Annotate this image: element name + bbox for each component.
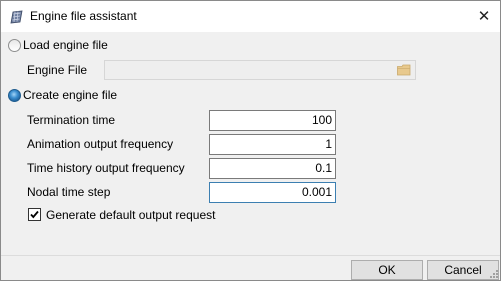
termination-time-label: Termination time (27, 113, 116, 127)
load-engine-file-radio[interactable] (8, 39, 21, 52)
termination-time-input[interactable]: 100 (209, 110, 336, 131)
load-engine-file-label[interactable]: Load engine file (23, 38, 108, 52)
engine-file-label: Engine File (27, 63, 88, 77)
title-bar: Engine file assistant ✕ (1, 1, 500, 32)
resize-grip-icon[interactable] (489, 269, 499, 279)
checkmark-icon (30, 210, 39, 219)
engine-file-field (104, 60, 416, 80)
dialog-title: Engine file assistant (30, 9, 137, 23)
nodal-time-step-input[interactable]: 0.001 (209, 182, 336, 203)
engine-file-assistant-dialog: Engine file assistant ✕ Load engine file… (0, 0, 501, 281)
time-history-output-frequency-label: Time history output frequency (27, 161, 185, 175)
create-engine-file-radio[interactable] (8, 89, 21, 102)
ok-button[interactable]: OK (351, 260, 423, 280)
time-history-output-frequency-input[interactable]: 0.1 (209, 158, 336, 179)
generate-default-output-checkbox[interactable] (28, 208, 41, 221)
close-button[interactable]: ✕ (474, 7, 494, 27)
create-engine-file-label[interactable]: Create engine file (23, 88, 117, 102)
animation-output-frequency-label: Animation output frequency (27, 137, 174, 151)
generate-default-output-label[interactable]: Generate default output request (46, 208, 215, 222)
app-icon (10, 10, 23, 24)
footer-divider (1, 255, 500, 256)
nodal-time-step-label: Nodal time step (27, 185, 111, 199)
animation-output-frequency-input[interactable]: 1 (209, 134, 336, 155)
folder-icon (397, 64, 411, 76)
